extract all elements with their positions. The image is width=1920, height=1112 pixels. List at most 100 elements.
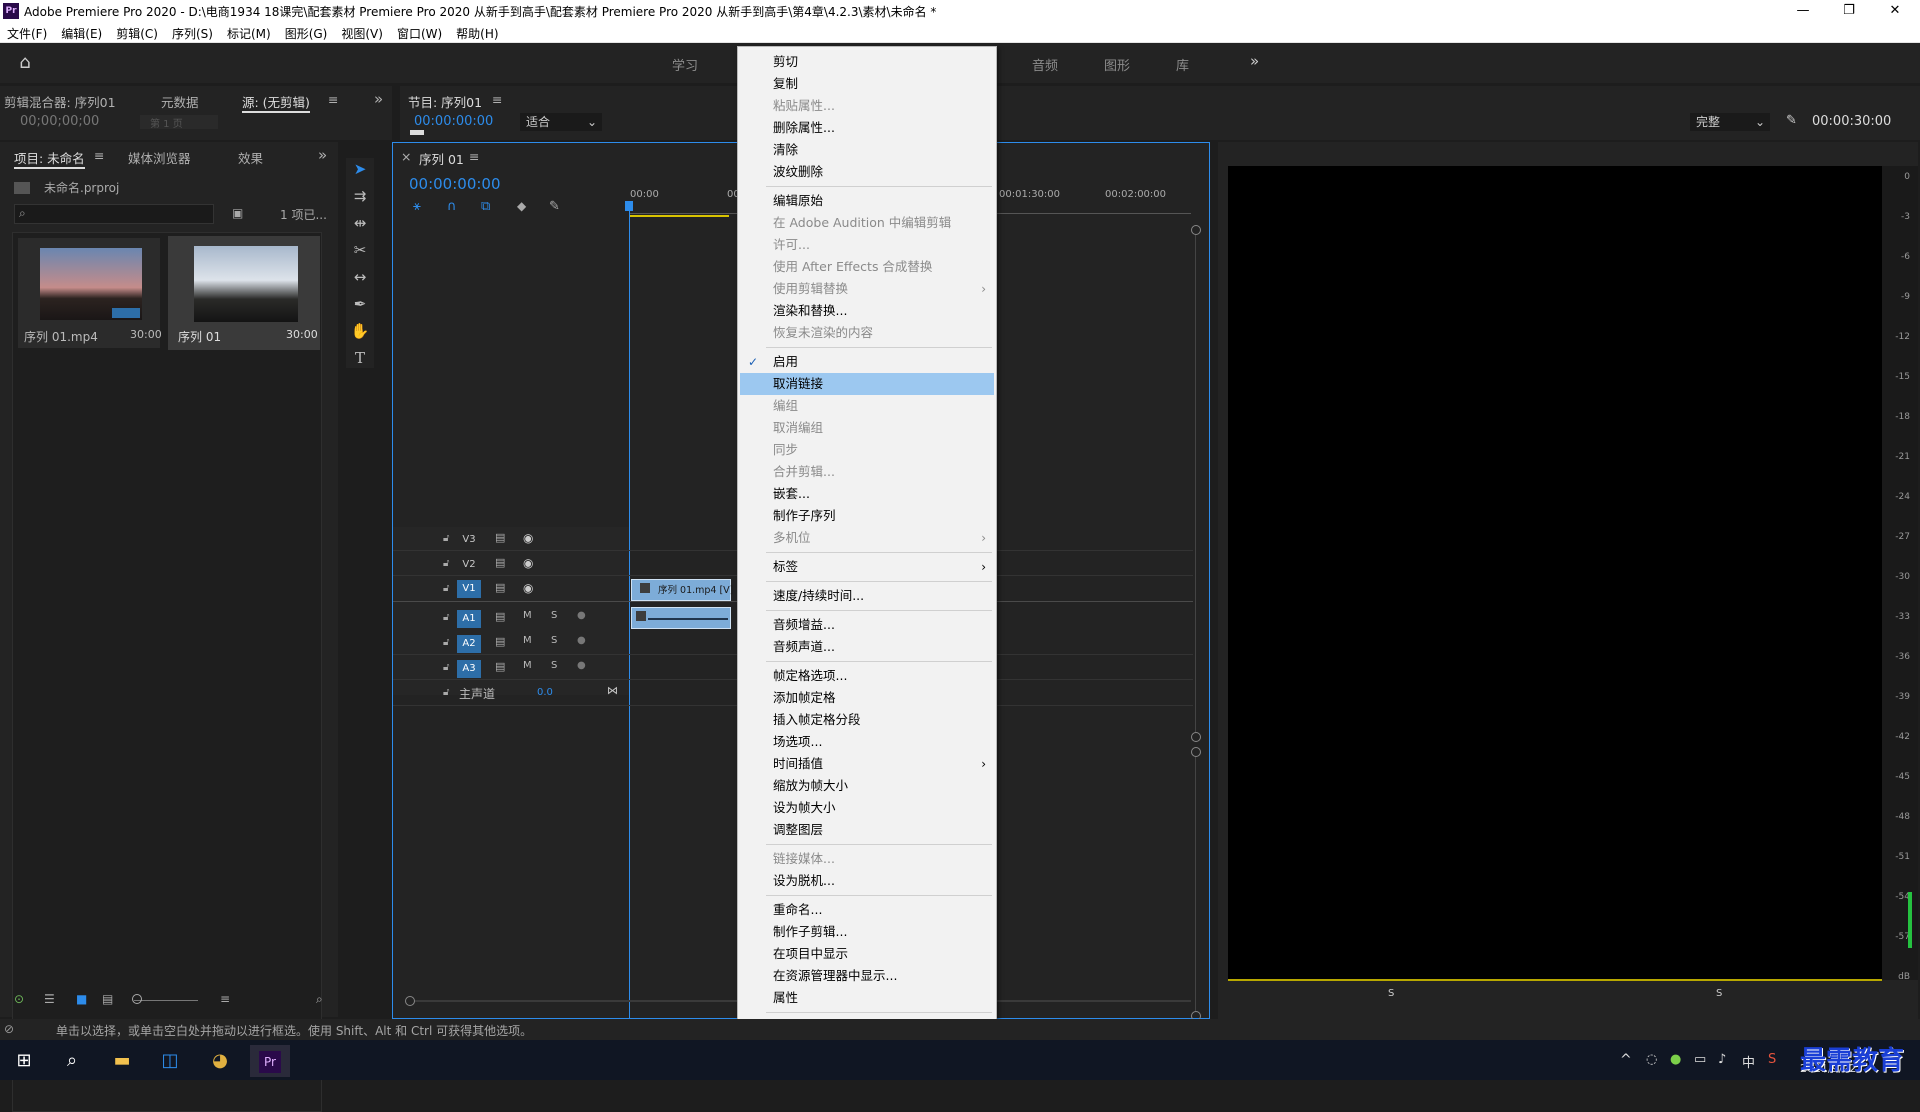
menu-help[interactable]: 帮助(H) xyxy=(449,22,505,45)
mute-button[interactable]: M xyxy=(523,660,532,671)
context-menu-item[interactable]: 制作子序列 xyxy=(740,505,994,527)
pen-tool-icon[interactable]: ✒ xyxy=(346,293,374,315)
context-menu-item[interactable]: 剪切 xyxy=(740,51,994,73)
premiere-taskbar-icon[interactable]: Pr xyxy=(250,1045,290,1077)
microphone-icon[interactable]: ● xyxy=(577,635,586,646)
context-menu-item[interactable]: 属性 xyxy=(740,987,994,1009)
eye-icon[interactable]: ◉ xyxy=(523,556,533,570)
scroll-handle[interactable] xyxy=(1191,732,1201,742)
file-explorer-icon[interactable]: ▬ xyxy=(102,1045,142,1077)
context-menu-item[interactable]: 设为帧大小 xyxy=(740,797,994,819)
chevron-up-icon[interactable]: ^ xyxy=(1620,1052,1632,1068)
sort-icon[interactable]: ≡ xyxy=(220,992,230,1006)
menu-clip[interactable]: 剪辑(C) xyxy=(109,22,165,45)
wrench-icon[interactable]: ✎ xyxy=(1786,113,1797,128)
timeline-timecode[interactable]: 00:00:00:00 xyxy=(409,175,501,193)
context-menu-item[interactable]: 编辑原始 xyxy=(740,190,994,212)
project-item-clip[interactable]: 序列 01.mp4 30:00 xyxy=(18,238,162,348)
ripple-edit-tool-icon[interactable]: ⇹ xyxy=(346,212,374,234)
freeform-view-icon[interactable]: ▤ xyxy=(102,992,113,1006)
quality-dropdown[interactable]: 完整 ⌄ xyxy=(1690,113,1770,131)
context-menu-item[interactable]: 缩放为帧大小 xyxy=(740,775,994,797)
context-menu-item[interactable]: 音频声道... xyxy=(740,636,994,658)
project-expand-icon[interactable]: » xyxy=(318,146,327,164)
scroll-handle[interactable] xyxy=(1191,225,1201,235)
context-menu-item[interactable]: 标签 › xyxy=(740,556,994,578)
find-icon[interactable]: ⌕ xyxy=(316,992,323,1007)
solo-right-button[interactable]: S xyxy=(1716,988,1722,999)
timeline-menu-icon[interactable]: ≡ xyxy=(469,149,479,164)
home-icon[interactable]: ⌂ xyxy=(14,52,36,74)
vertical-scrollbar[interactable] xyxy=(1195,757,1196,1011)
track-select-tool-icon[interactable]: ⇉ xyxy=(346,185,374,207)
context-menu-item[interactable]: 帧定格选项... xyxy=(740,665,994,687)
master-volume-value[interactable]: 0.0 xyxy=(537,687,553,698)
context-menu-item[interactable]: 设为脱机... xyxy=(740,870,994,892)
lock-icon[interactable]: 🔓︎ xyxy=(443,533,449,544)
tab-metadata[interactable]: 元数据 xyxy=(161,92,199,111)
scroll-handle[interactable] xyxy=(1191,747,1201,757)
project-search-input[interactable]: ⌕ xyxy=(14,204,214,224)
audio-clip[interactable] xyxy=(631,607,731,629)
program-scrubber[interactable] xyxy=(1228,979,1882,981)
track-label-v1[interactable]: V1 xyxy=(457,580,481,598)
sync-lock-icon[interactable]: ▤ xyxy=(495,635,505,648)
source-menu-icon[interactable]: ≡ xyxy=(328,92,338,107)
menu-edit[interactable]: 编辑(E) xyxy=(54,22,109,45)
fit-dropdown[interactable]: 适合 ⌄ xyxy=(520,113,602,131)
context-menu-item[interactable]: 重命名... xyxy=(740,899,994,921)
solo-button[interactable]: S xyxy=(551,660,557,671)
add-marker-icon[interactable]: ◆ xyxy=(517,199,526,213)
workspace-more-icon[interactable]: » xyxy=(1250,52,1259,70)
tab-effects[interactable]: 效果 xyxy=(238,148,263,167)
program-menu-icon[interactable]: ≡ xyxy=(492,92,502,107)
solo-button[interactable]: S xyxy=(551,610,557,621)
tab-source[interactable]: 源: (无剪辑) xyxy=(242,92,310,113)
menu-sequence[interactable]: 序列(S) xyxy=(165,22,220,45)
lock-icon[interactable]: 🔓︎ xyxy=(443,558,449,569)
source-expand-icon[interactable]: » xyxy=(374,90,383,108)
notification-tray-icon[interactable]: ◌ xyxy=(1646,1052,1657,1067)
context-menu-item[interactable]: 嵌套... xyxy=(740,483,994,505)
maximize-button[interactable]: ❐ xyxy=(1826,0,1872,22)
solo-left-button[interactable]: S xyxy=(1388,988,1394,999)
program-timecode[interactable]: 00:00:00:00 xyxy=(414,114,493,129)
network-icon[interactable]: ▭ xyxy=(1694,1052,1706,1067)
tab-media-browser[interactable]: 媒体浏览器 xyxy=(128,148,191,167)
eye-icon[interactable]: ◉ xyxy=(523,581,533,595)
video-clip[interactable]: 序列 01.mp4 [V] xyxy=(631,579,733,601)
lock-icon[interactable]: 🔓︎ xyxy=(443,662,449,673)
workspace-learn[interactable]: 学习 xyxy=(672,55,698,74)
microphone-icon[interactable]: ● xyxy=(577,610,586,621)
context-menu-item[interactable]: 在资源管理器中显示... xyxy=(740,965,994,987)
chrome-icon[interactable]: ◕ xyxy=(200,1045,240,1077)
context-menu-item[interactable]: 音频增益... xyxy=(740,614,994,636)
lock-icon[interactable]: ⊙ xyxy=(14,992,24,1006)
hand-tool-icon[interactable]: ✋ xyxy=(346,320,374,342)
playhead[interactable] xyxy=(629,203,630,1018)
lock-icon[interactable]: 🔓︎ xyxy=(443,612,449,623)
timeline-settings-icon[interactable]: ✎ xyxy=(549,199,560,214)
razor-tool-icon[interactable]: ✂ xyxy=(346,239,374,261)
snap-icon[interactable]: ∩ xyxy=(447,199,457,214)
search-icon[interactable]: ⌕ xyxy=(52,1045,92,1077)
track-label-v2[interactable]: V2 xyxy=(457,556,481,574)
workspace-audio[interactable]: 音频 xyxy=(1032,55,1058,74)
vertical-scrollbar[interactable] xyxy=(1195,235,1196,732)
minimize-button[interactable]: — xyxy=(1780,0,1826,22)
project-menu-icon[interactable]: ≡ xyxy=(94,148,104,163)
workspace-libraries[interactable]: 库 xyxy=(1176,55,1189,74)
sync-lock-icon[interactable]: ▤ xyxy=(495,610,505,623)
scroll-handle[interactable] xyxy=(405,996,415,1006)
eye-icon[interactable]: ◉ xyxy=(523,531,533,545)
context-menu-item[interactable]: 渲染和替换... xyxy=(740,300,994,322)
context-menu-item[interactable]: 取消链接 xyxy=(740,373,994,395)
context-menu-item[interactable]: 速度/持续时间... xyxy=(740,585,994,607)
microphone-icon[interactable]: ● xyxy=(577,660,586,671)
context-menu-item[interactable]: 在项目中显示 xyxy=(740,943,994,965)
timeline-tab[interactable]: 序列 01 xyxy=(419,149,464,168)
windows-start-icon[interactable]: ⊞ xyxy=(4,1045,44,1077)
context-menu-item[interactable]: 启用 ✓ xyxy=(740,351,994,373)
close-button[interactable]: ✕ xyxy=(1872,0,1918,22)
zoom-slider-handle[interactable] xyxy=(132,994,142,1004)
